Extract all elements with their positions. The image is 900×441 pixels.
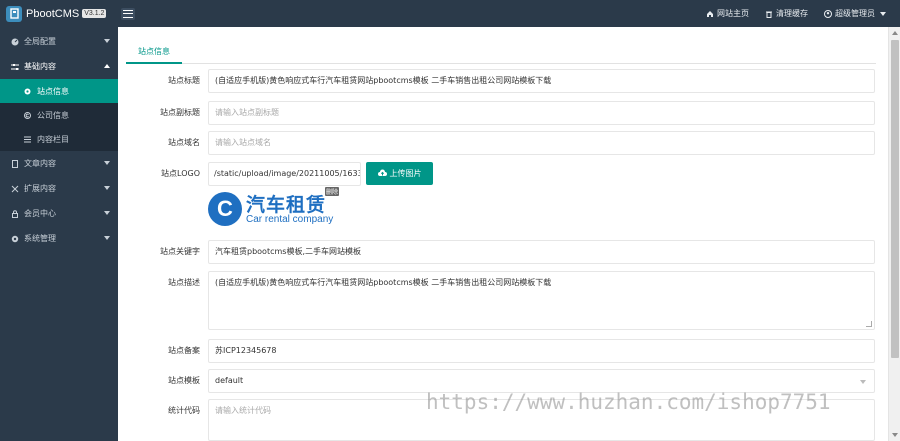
- chevron-down-icon: [104, 211, 110, 215]
- chevron-up-icon: [104, 64, 110, 68]
- upload-label: 上传图片: [389, 169, 422, 178]
- field-label: 站点副标题: [160, 108, 200, 117]
- sidebar-item-label: 公司信息: [37, 110, 69, 120]
- tab-site-info[interactable]: 站点信息: [126, 41, 182, 64]
- form-row-icp: 站点备案 苏ICP12345678: [118, 339, 888, 363]
- site-icp-input[interactable]: 苏ICP12345678: [208, 339, 875, 363]
- upload-image-button[interactable]: 上传图片: [366, 162, 433, 185]
- resize-handle[interactable]: [866, 321, 872, 327]
- sidebar-item-label: 内容栏目: [37, 134, 69, 144]
- site-home-link[interactable]: 网站主页: [706, 8, 749, 19]
- lock-icon: [11, 209, 19, 218]
- scroll-down-arrow-icon[interactable]: [892, 433, 898, 437]
- sidebar: 全局配置 基础内容 站点信息 公司信息 内容栏目 文章内容 扩展内容 会员中心 …: [0, 27, 118, 441]
- user-icon: [824, 9, 832, 18]
- description-text: (自适应手机版)黄色响应式车行汽车租赁网站pbootcms模板 二手车销售出租公…: [215, 278, 552, 287]
- home-icon: [706, 10, 714, 18]
- clear-cache-label: 清理缓存: [776, 9, 808, 18]
- sidebar-item-label: 文章内容: [24, 159, 56, 168]
- field-label: 站点关键字: [160, 247, 200, 256]
- sliders-icon: [11, 63, 19, 71]
- vertical-scrollbar[interactable]: [888, 27, 900, 441]
- app-logo[interactable]: PbootCMS V3.1.2: [0, 0, 118, 27]
- user-menu[interactable]: 超级管理员: [824, 8, 886, 19]
- clear-cache-link[interactable]: 清理缓存: [765, 8, 808, 19]
- logo-en-text: Car rental company: [246, 214, 334, 225]
- header-links: 网站主页 清理缓存 超级管理员: [706, 0, 886, 27]
- form-row-title: 站点标题 (自适应手机版)黄色响应式车行汽车租赁网站pbootcms模板 二手车…: [118, 69, 888, 93]
- sidebar-item-label: 基础内容: [24, 62, 56, 71]
- form-row-domain: 站点域名 请输入站点域名: [118, 131, 888, 155]
- sidebar-item-extensions[interactable]: 扩展内容: [0, 176, 118, 201]
- sidebar-item-content-columns[interactable]: 内容栏目: [0, 127, 118, 151]
- menu-toggle-button[interactable]: [121, 7, 135, 20]
- sidebar-item-company-info[interactable]: 公司信息: [0, 103, 118, 127]
- scroll-thumb[interactable]: [891, 40, 899, 358]
- field-label: 站点域名: [168, 138, 200, 147]
- site-keywords-input[interactable]: 汽车租赁pbootcms模板,二手车网站模板: [208, 240, 875, 264]
- cog-icon: [11, 235, 19, 243]
- sidebar-item-system[interactable]: 系统管理: [0, 226, 118, 251]
- pbootcms-logo-icon: [6, 5, 22, 22]
- expand-icon: [11, 185, 19, 193]
- watermark-text: https://www.huzhan.com/ishop7751: [426, 390, 831, 414]
- site-home-label: 网站主页: [717, 9, 749, 18]
- sidebar-item-global-config[interactable]: 全局配置: [0, 29, 118, 54]
- logo-preview-image: C 汽车租赁 Car rental company 删除: [208, 187, 348, 230]
- field-label: 站点LOGO: [161, 169, 200, 178]
- form-row-subtitle: 站点副标题 请输入站点副标题: [118, 101, 888, 125]
- file-icon: [11, 159, 19, 168]
- chevron-down-icon: [104, 161, 110, 165]
- scroll-up-arrow-icon[interactable]: [892, 31, 898, 35]
- dashboard-icon: [11, 38, 19, 46]
- version-badge: V3.1.2: [82, 9, 107, 18]
- main-content: 站点信息 站点标题 (自适应手机版)黄色响应式车行汽车租赁网站pbootcms模…: [118, 27, 888, 441]
- user-name: 超级管理员: [835, 9, 875, 18]
- field-label: 统计代码: [168, 406, 200, 415]
- tab-bar: 站点信息: [126, 41, 876, 64]
- sidebar-item-articles[interactable]: 文章内容: [0, 151, 118, 176]
- template-selected-value: default: [215, 376, 244, 385]
- logo-cn-text: 汽车租赁: [246, 194, 327, 216]
- field-label: 站点描述: [168, 278, 200, 287]
- chevron-down-icon: [860, 380, 866, 384]
- logo-path-input[interactable]: /static/upload/image/20211005/1633414: [208, 162, 361, 186]
- form-row-description: 站点描述 (自适应手机版)黄色响应式车行汽车租赁网站pbootcms模板 二手车…: [118, 271, 888, 330]
- sidebar-item-label: 全局配置: [24, 37, 56, 46]
- sidebar-item-members[interactable]: 会员中心: [0, 201, 118, 226]
- sidebar-item-basic-content[interactable]: 基础内容: [0, 54, 118, 79]
- trash-icon: [765, 10, 773, 18]
- top-header: PbootCMS V3.1.2 网站主页 清理缓存 超级管理员: [0, 0, 900, 27]
- car-rental-logo-icon: C: [208, 192, 242, 226]
- sidebar-item-label: 会员中心: [24, 209, 56, 218]
- delete-logo-button[interactable]: 删除: [325, 187, 340, 196]
- site-description-textarea[interactable]: (自适应手机版)黄色响应式车行汽车租赁网站pbootcms模板 二手车销售出租公…: [208, 271, 875, 330]
- sidebar-item-label: 站点信息: [37, 86, 69, 96]
- site-domain-input[interactable]: 请输入站点域名: [208, 131, 875, 155]
- field-label: 站点备案: [168, 346, 200, 355]
- cloud-upload-icon: [377, 169, 387, 179]
- form-row-logo: 站点LOGO /static/upload/image/20211005/163…: [118, 162, 888, 186]
- sidebar-item-site-info[interactable]: 站点信息: [0, 79, 118, 103]
- list-icon: [24, 136, 31, 143]
- form-row-keywords: 站点关键字 汽车租赁pbootcms模板,二手车网站模板: [118, 240, 888, 264]
- sidebar-item-label: 系统管理: [24, 234, 56, 243]
- site-title-input[interactable]: (自适应手机版)黄色响应式车行汽车租赁网站pbootcms模板 二手车销售出租公…: [208, 69, 875, 93]
- copyright-icon: [24, 111, 31, 119]
- chevron-down-icon: [880, 11, 886, 16]
- sidebar-item-label: 扩展内容: [24, 184, 56, 193]
- app-name: PbootCMS: [26, 7, 80, 20]
- gear-icon: [24, 88, 31, 95]
- chevron-down-icon: [104, 186, 110, 190]
- chevron-down-icon: [104, 39, 110, 43]
- site-subtitle-input[interactable]: 请输入站点副标题: [208, 101, 875, 125]
- chevron-down-icon: [104, 236, 110, 240]
- field-label: 站点模板: [168, 376, 200, 385]
- field-label: 站点标题: [168, 76, 200, 85]
